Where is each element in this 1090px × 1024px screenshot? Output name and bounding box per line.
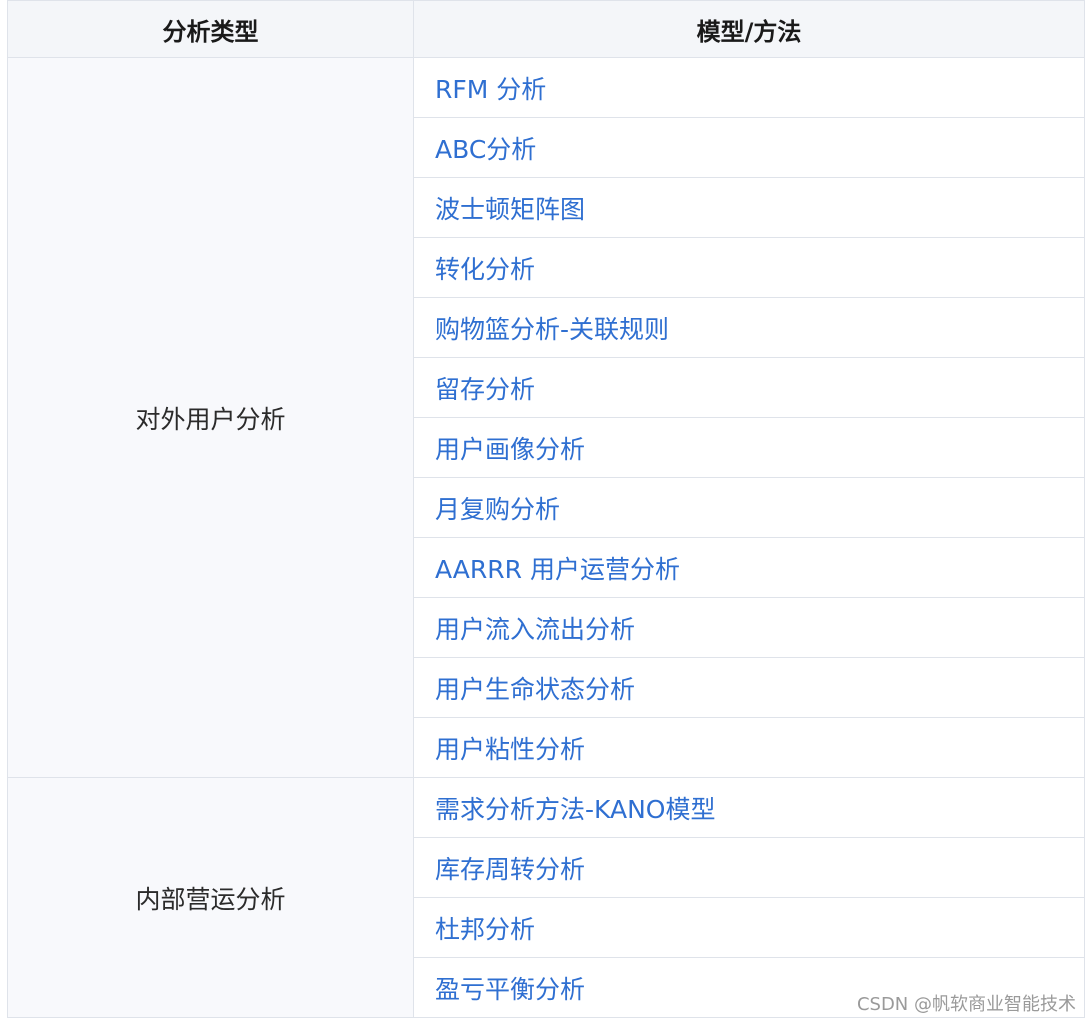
- watermark: CSDN @帆软商业智能技术: [856, 994, 1076, 1015]
- method-cell: 转化分析: [413, 237, 1085, 298]
- method-cell: ABC分析: [413, 117, 1085, 178]
- method-cell: 留存分析: [413, 357, 1085, 418]
- method-link[interactable]: ABC分析: [435, 135, 536, 164]
- method-link[interactable]: 月复购分析: [435, 495, 560, 524]
- method-cell: 月复购分析: [413, 477, 1085, 538]
- method-link[interactable]: 盈亏平衡分析: [435, 975, 585, 1004]
- table-header-row: 分析类型 模型/方法: [7, 0, 1085, 58]
- method-link[interactable]: AARRR 用户运营分析: [435, 555, 680, 584]
- method-cell: RFM 分析: [413, 57, 1085, 118]
- method-cell: 用户粘性分析: [413, 717, 1085, 778]
- method-link[interactable]: 库存周转分析: [435, 855, 585, 884]
- column-header-model-method: 模型/方法: [413, 0, 1085, 58]
- method-cell: AARRR 用户运营分析: [413, 537, 1085, 598]
- analysis-type-cell: 内部营运分析: [7, 777, 414, 1018]
- method-link[interactable]: 用户生命状态分析: [435, 675, 635, 704]
- analysis-methods-table: 分析类型 模型/方法 对外用户分析 RFM 分析 ABC分析波士顿矩阵图 转化分析购物…: [7, 0, 1085, 1018]
- method-cell: 用户生命状态分析: [413, 657, 1085, 718]
- method-link[interactable]: 转化分析: [435, 255, 535, 284]
- method-cell: 用户流入流出分析: [413, 597, 1085, 658]
- table-row: 内部营运分析 需求分析方法-KANO模型: [7, 777, 1085, 1018]
- method-link[interactable]: 杜邦分析: [435, 915, 535, 944]
- column-header-analysis-type: 分析类型: [7, 0, 414, 58]
- method-cell: 波士顿矩阵图: [413, 177, 1085, 238]
- method-link[interactable]: 用户画像分析: [435, 435, 585, 464]
- method-link[interactable]: RFM 分析: [435, 75, 546, 104]
- analysis-type-cell: 对外用户分析: [7, 57, 414, 778]
- method-cell: 用户画像分析: [413, 417, 1085, 478]
- method-link[interactable]: 留存分析: [435, 375, 535, 404]
- method-cell: 库存周转分析: [413, 837, 1085, 898]
- method-cell: 购物篮分析-关联规则: [413, 297, 1085, 358]
- method-link[interactable]: 用户流入流出分析: [435, 615, 635, 644]
- method-link[interactable]: 波士顿矩阵图: [435, 195, 585, 224]
- method-link[interactable]: 购物篮分析-关联规则: [435, 315, 669, 344]
- method-cell: 杜邦分析: [413, 897, 1085, 958]
- method-cell: 需求分析方法-KANO模型: [413, 777, 1085, 838]
- method-link[interactable]: 需求分析方法-KANO模型: [435, 795, 715, 824]
- table-row: 对外用户分析 RFM 分析: [7, 57, 1085, 778]
- method-link[interactable]: 用户粘性分析: [435, 735, 585, 764]
